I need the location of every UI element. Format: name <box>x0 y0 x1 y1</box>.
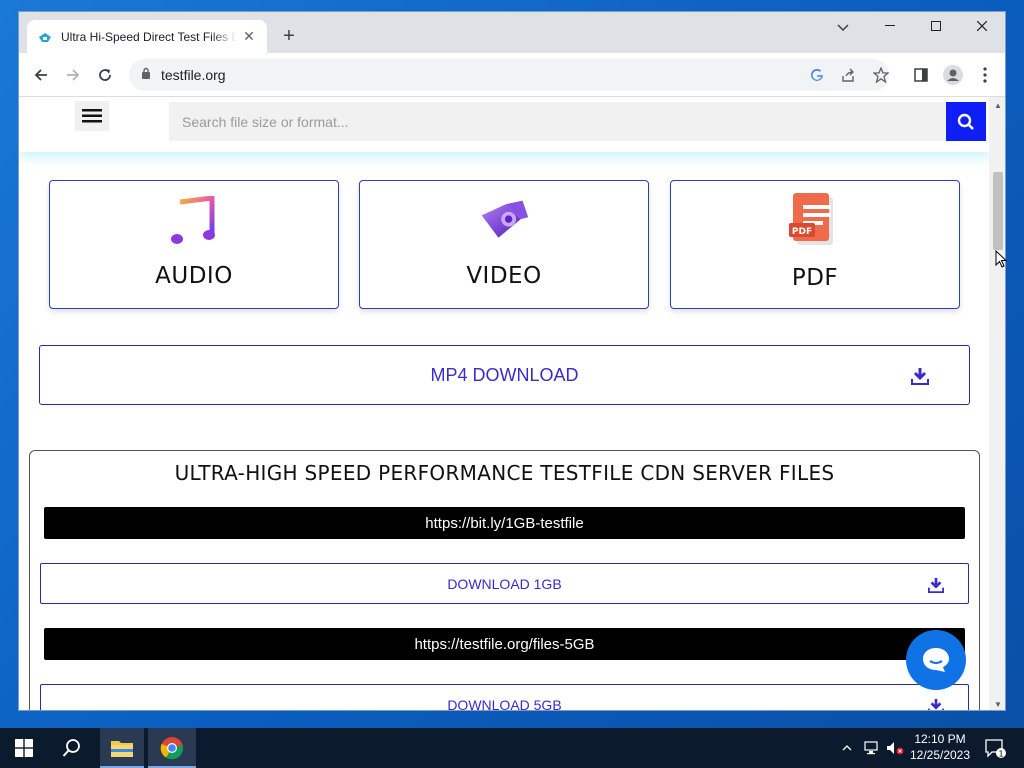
url-text: testfile.org <box>161 67 226 83</box>
tab-close-icon[interactable]: ✕ <box>241 28 257 45</box>
category-label: PDF <box>791 265 839 291</box>
close-window-button[interactable] <box>959 12 1005 40</box>
bookmark-star-icon[interactable] <box>872 66 890 84</box>
video-camera-icon <box>478 195 530 247</box>
back-arrow-icon[interactable] <box>27 61 55 89</box>
search-input[interactable]: Search file size or format... <box>169 102 946 141</box>
download-5gb-button[interactable]: DOWNLOAD 5GB <box>40 684 969 711</box>
scroll-up-arrow-icon[interactable]: ▲ <box>993 100 1003 110</box>
menu-kebab-icon[interactable] <box>971 61 999 89</box>
download-icon <box>910 366 930 386</box>
category-label: VIDEO <box>466 263 542 289</box>
profile-avatar-icon[interactable] <box>939 61 967 89</box>
browser-toolbar: testfile.org <box>19 53 1005 97</box>
search-icon <box>957 113 974 130</box>
tab-title: Ultra Hi-Speed Direct Test Files Do <box>61 29 237 44</box>
forward-arrow-icon[interactable] <box>59 61 87 89</box>
pdf-file-icon: PDF <box>789 193 841 251</box>
windows-logo-icon <box>15 739 33 757</box>
file-explorer-taskbar-icon[interactable] <box>100 728 144 768</box>
category-card-audio[interactable]: AUDIO <box>49 180 339 309</box>
tab-strip: Ultra Hi-Speed Direct Test Files Do ✕ + <box>19 12 1005 53</box>
clock-date: 12/25/2023 <box>909 748 971 762</box>
hamburger-menu-icon[interactable] <box>75 101 109 131</box>
network-icon[interactable] <box>860 728 882 768</box>
system-clock[interactable]: 12:10 PM 12/25/2023 <box>905 731 975 763</box>
taskbar-search-icon[interactable] <box>48 728 96 768</box>
side-panel-icon[interactable] <box>907 61 935 89</box>
maximize-button[interactable] <box>913 12 959 40</box>
download-1gb-button[interactable]: DOWNLOAD 1GB <box>40 563 969 604</box>
svg-text:1: 1 <box>998 750 1003 759</box>
download-5gb-label: DOWNLOAD 5GB <box>447 696 562 711</box>
scroll-down-arrow-icon[interactable]: ▼ <box>993 699 1003 709</box>
lock-icon[interactable] <box>141 66 151 84</box>
svg-text:PDF: PDF <box>792 227 812 237</box>
chrome-taskbar-icon[interactable] <box>148 728 196 768</box>
site-header: Search file size or format... <box>19 97 991 152</box>
cdn-files-panel: ULTRA-HIGH SPEED PERFORMANCE TESTFILE CD… <box>29 450 980 711</box>
chat-widget-button[interactable] <box>906 630 966 690</box>
reload-icon[interactable] <box>91 61 119 89</box>
google-icon[interactable] <box>808 66 826 84</box>
browser-window: Ultra Hi-Speed Direct Test Files Do ✕ + <box>18 11 1006 711</box>
windows-taskbar: 12:10 PM 12/25/2023 1 <box>0 728 1024 768</box>
minimize-button[interactable] <box>867 12 913 40</box>
site-favicon-icon <box>37 29 53 45</box>
download-1gb-label: DOWNLOAD 1GB <box>447 575 562 592</box>
cdn-title: ULTRA-HIGH SPEED PERFORMANCE TESTFILE CD… <box>174 461 835 485</box>
search-button[interactable] <box>946 102 986 141</box>
address-bar[interactable]: testfile.org <box>129 59 889 91</box>
mp4-download-label: MP4 DOWNLOAD <box>430 364 579 385</box>
new-tab-button[interactable]: + <box>277 24 301 48</box>
category-label: AUDIO <box>155 263 233 289</box>
notification-center-icon[interactable]: 1 <box>980 728 1010 768</box>
category-card-video[interactable]: VIDEO <box>359 180 649 309</box>
download-icon <box>926 696 946 710</box>
cdn-link-5gb[interactable]: https://testfile.org/files-5GB <box>44 628 965 660</box>
mp4-download-button[interactable]: MP4 DOWNLOAD <box>39 345 970 405</box>
music-note-icon <box>168 195 220 247</box>
page-viewport: Search file size or format... AUDIO VIDE… <box>19 97 991 711</box>
tray-chevron-up-icon[interactable] <box>838 728 856 768</box>
browser-tab[interactable]: Ultra Hi-Speed Direct Test Files Do ✕ <box>27 20 267 53</box>
cdn-link-1gb[interactable]: https://bit.ly/1GB-testfile <box>44 507 965 539</box>
mouse-pointer-icon <box>995 249 1008 273</box>
start-button[interactable] <box>0 728 48 768</box>
chat-bubble-icon <box>923 648 949 672</box>
download-icon <box>926 575 946 595</box>
page-scrollbar[interactable]: ▲ ▼ <box>989 97 1005 710</box>
clock-time: 12:10 PM <box>914 732 966 746</box>
scroll-thumb[interactable] <box>993 172 1003 250</box>
share-icon[interactable] <box>840 66 858 84</box>
category-card-pdf[interactable]: PDF PDF <box>670 180 960 309</box>
volume-muted-icon[interactable] <box>884 728 906 768</box>
tab-search-chevron-icon[interactable] <box>831 16 855 40</box>
